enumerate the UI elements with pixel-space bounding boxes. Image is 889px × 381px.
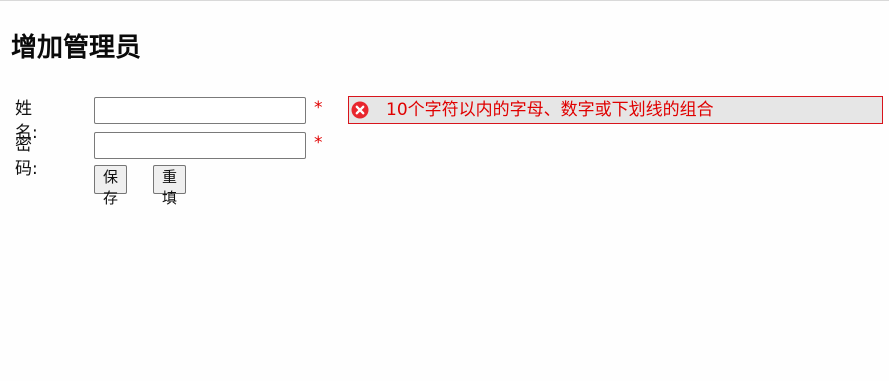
name-validation-message: 10个字符以内的字母、数字或下划线的组合 <box>348 96 883 124</box>
page-title: 增加管理员 <box>11 33 142 63</box>
top-divider <box>0 0 889 1</box>
password-input[interactable] <box>94 132 306 159</box>
name-required-mark: * <box>314 98 323 118</box>
password-label: 密码: <box>15 135 38 179</box>
save-button[interactable]: 保存 <box>94 165 128 207</box>
error-circle-x-icon <box>351 101 369 119</box>
reset-button[interactable]: 重填 <box>153 165 187 207</box>
name-input[interactable] <box>94 97 306 124</box>
validation-message-text: 10个字符以内的字母、数字或下划线的组合 <box>386 100 714 120</box>
password-required-mark: * <box>314 133 323 153</box>
